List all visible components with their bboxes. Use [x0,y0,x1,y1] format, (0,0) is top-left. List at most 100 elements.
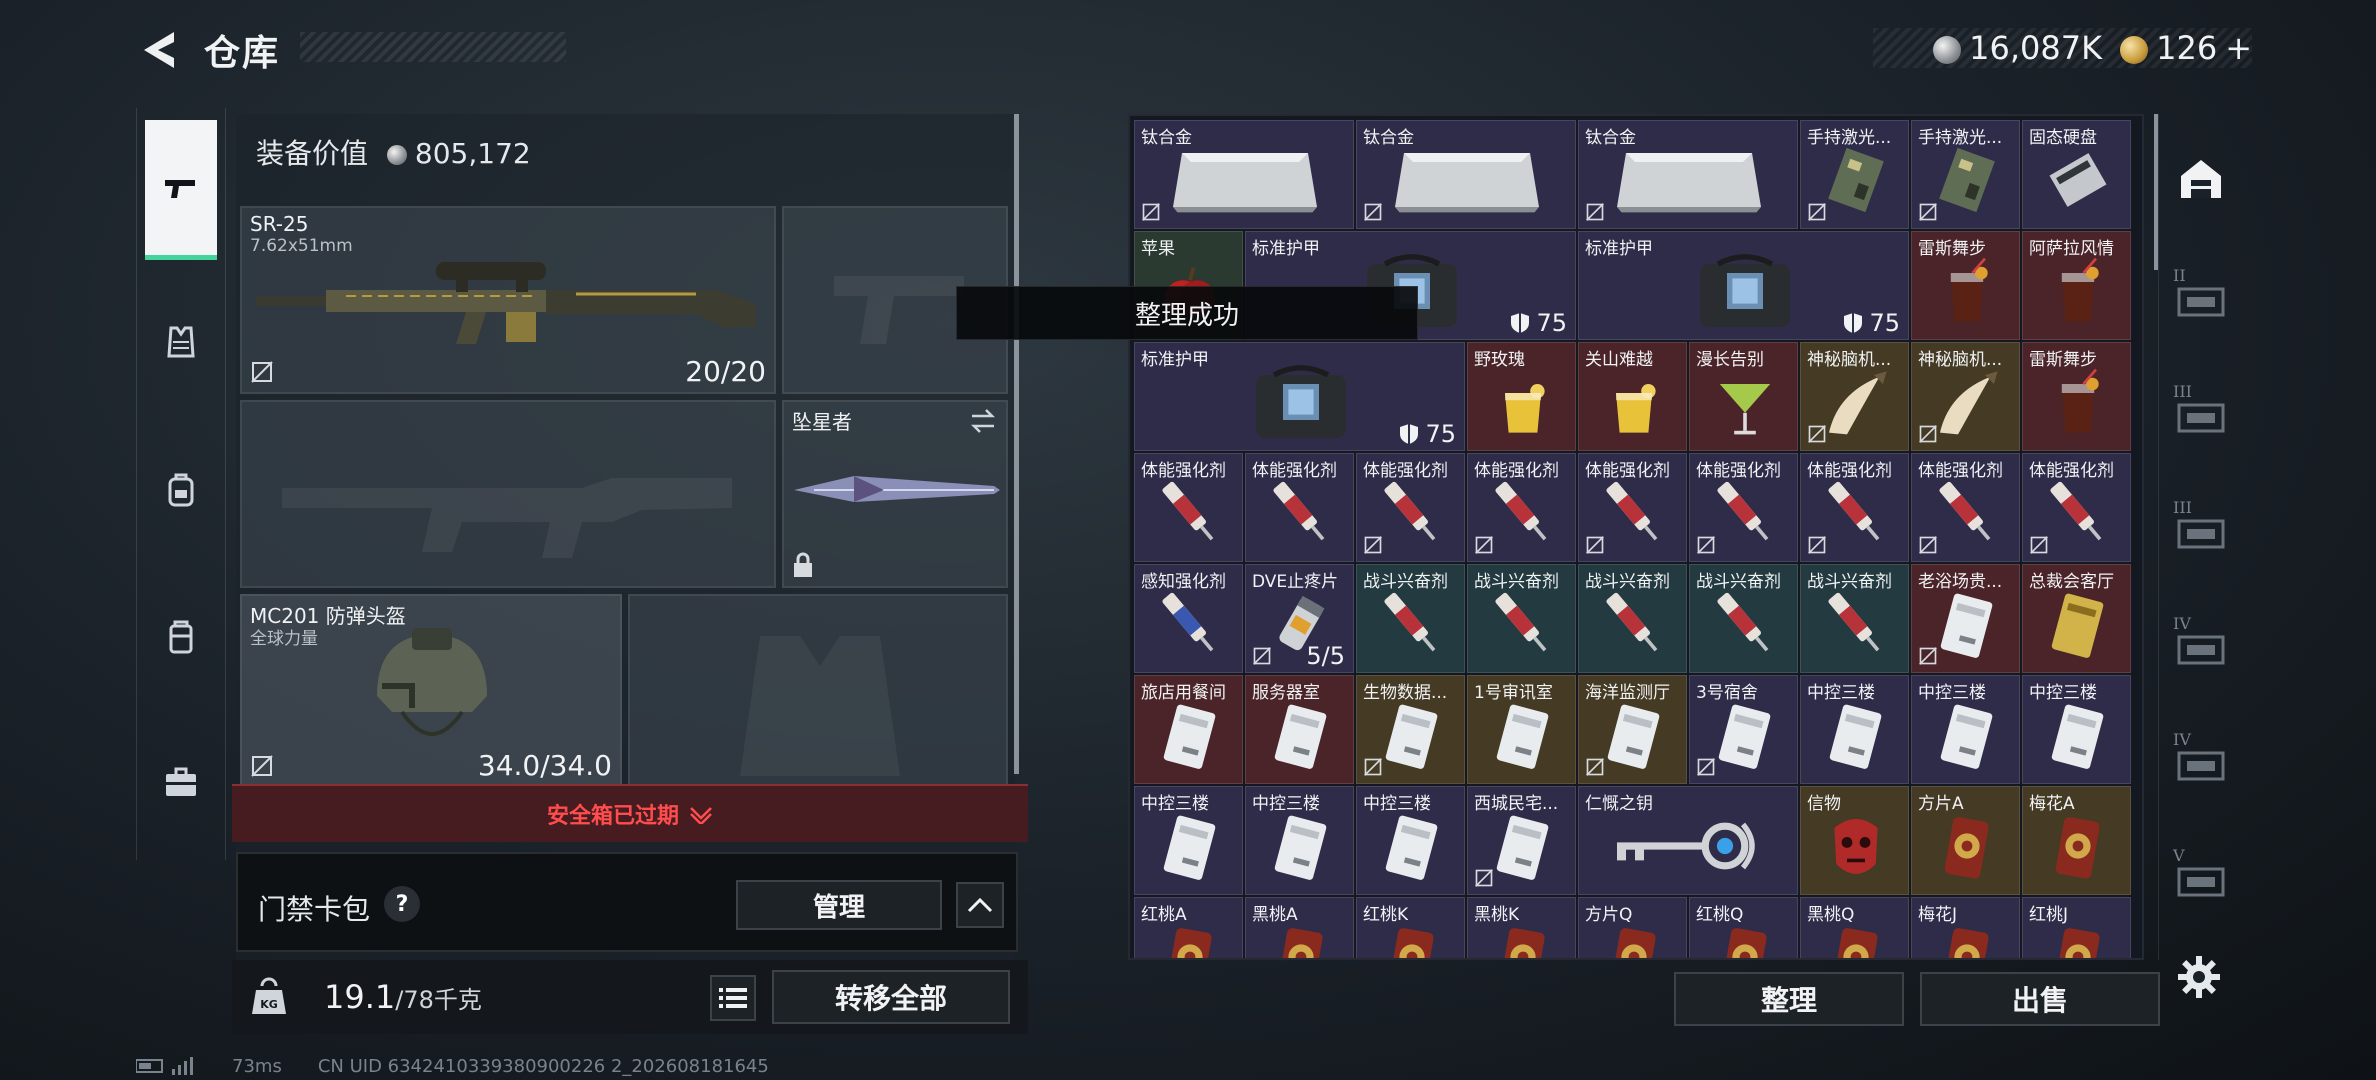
storage-item[interactable]: 中控三楼 [1800,675,1909,784]
storage-item[interactable]: 方片A [1911,786,2020,895]
nav-weapon[interactable] [145,120,217,260]
storage-item[interactable]: 标准护甲 75 [1578,231,1909,340]
loadout-scrollbar[interactable] [1014,114,1019,774]
nav-case[interactable] [145,712,217,852]
storage-item[interactable]: 仁慨之钥 [1578,786,1798,895]
storage-item[interactable]: 雷斯舞步 [2022,342,2131,451]
item-name: 感知强化剂 [1141,572,1226,592]
storage-item[interactable]: 黑桃K [1467,897,1576,958]
storage-item[interactable]: 漫长告别 [1689,342,1798,451]
storage-item[interactable]: 西城民宅... [1467,786,1576,895]
storage-item[interactable]: 旅店用餐间 [1134,675,1243,784]
item-name: 中控三楼 [1141,794,1209,814]
helmet-slot[interactable]: MC201 防弹头盔 全球力量 34.0/34.0 [240,594,622,788]
storage-item[interactable]: 体能强化剂 [1467,453,1576,562]
storage-home-icon[interactable] [2173,150,2229,206]
storage-item[interactable]: 红桃K [1356,897,1465,958]
storage-item[interactable]: 体能强化剂 [1578,453,1687,562]
storage-item[interactable]: 野玫瑰 [1467,342,1576,451]
transfer-all-button[interactable]: 转移全部 [772,970,1010,1024]
storage-item[interactable]: 体能强化剂 [1800,453,1909,562]
storage-item[interactable]: 标准护甲 75 [1134,342,1465,451]
storage-item[interactable]: 关山难越 [1578,342,1687,451]
storage-item[interactable]: 总裁会客厅 [2022,564,2131,673]
storage-item[interactable]: 体能强化剂 [1911,453,2020,562]
storage-item[interactable]: 中控三楼 [1911,675,2020,784]
shelf-5-icon[interactable]: V [2173,846,2229,902]
sort-button[interactable]: 整理 [1674,972,1904,1026]
storage-item[interactable]: 钛合金 [1578,120,1798,229]
manage-button[interactable]: 管理 [736,880,942,930]
storage-item[interactable]: 战斗兴奋剂 [1689,564,1798,673]
secondary-weapon-slot[interactable] [240,400,776,588]
storage-item[interactable]: 体能强化剂 [1689,453,1798,562]
storage-item[interactable]: 雷斯舞步 [1911,231,2020,340]
primary-weapon-slot[interactable]: SR-25 7.62x51mm 20/20 [240,206,776,394]
title-stripe [300,32,566,62]
storage-item[interactable]: 红桃Q [1689,897,1798,958]
shelf-2-icon[interactable]: II [2173,266,2229,322]
storage-item[interactable]: 中控三楼 [1134,786,1243,895]
armor-slot[interactable] [628,594,1008,788]
storage-item[interactable]: 梅花J [1911,897,2020,958]
storage-item[interactable]: 中控三楼 [2022,675,2131,784]
storage-item[interactable]: 生物数据... [1356,675,1465,784]
shelf-3-icon[interactable]: III [2173,382,2229,438]
shelf-4-icon[interactable]: IV [2173,614,2229,670]
shelf-4b-icon[interactable]: IV [2173,730,2229,786]
melee-slot[interactable]: 坠星者 [782,400,1008,588]
storage-item[interactable]: 神秘脑机... [1800,342,1909,451]
cocktail-yellow-image [1589,357,1679,451]
gear-icon[interactable] [2176,954,2222,1000]
back-button[interactable] [134,26,184,74]
storage-item[interactable]: 红桃J [2022,897,2131,958]
storage-item[interactable]: 海洋监测厅 [1578,675,1687,784]
storage-item[interactable]: 战斗兴奋剂 [1800,564,1909,673]
storage-item[interactable]: 手持激光... [1800,120,1909,229]
storage-item[interactable]: 红桃A [1134,897,1243,958]
shelf-3b-icon[interactable]: III [2173,498,2229,554]
storage-item[interactable]: 梅花A [2022,786,2131,895]
storage-item[interactable]: 黑桃A [1245,897,1354,958]
storage-item[interactable]: DVE止疼片 5/5 [1245,564,1354,673]
storage-item[interactable]: 老浴场贵... [1911,564,2020,673]
storage-item[interactable]: 1号审讯室 [1467,675,1576,784]
storage-item[interactable]: 手持激光... [1911,120,2020,229]
safebox-expired-banner[interactable]: 安全箱已过期 [232,784,1028,842]
nav-backpack[interactable] [145,420,217,560]
item-name: 服务器室 [1252,683,1320,703]
storage-item[interactable]: 中控三楼 [1245,786,1354,895]
item-name: 西城民宅... [1474,794,1559,814]
sell-button[interactable]: 出售 [1920,972,2160,1026]
storage-item[interactable]: 体能强化剂 [1134,453,1243,562]
storage-item[interactable]: 阿萨拉风情 [2022,231,2131,340]
storage-item[interactable]: 钛合金 [1134,120,1354,229]
storage-item[interactable]: 黑桃Q [1800,897,1909,958]
storage-item[interactable]: 固态硬盘 [2022,120,2131,229]
storage-item[interactable]: 信物 [1800,786,1909,895]
list-view-button[interactable] [710,975,756,1021]
storage-item[interactable]: 战斗兴奋剂 [1467,564,1576,673]
storage-item[interactable]: 方片Q [1578,897,1687,958]
storage-item[interactable]: 体能强化剂 [1356,453,1465,562]
help-icon[interactable]: ? [384,886,420,922]
storage-item[interactable]: 中控三楼 [1356,786,1465,895]
storage-item[interactable]: 战斗兴奋剂 [1356,564,1465,673]
swap-icon[interactable] [968,408,998,434]
add-currency-icon[interactable]: + [2225,29,2252,67]
storage-item[interactable]: 战斗兴奋剂 [1578,564,1687,673]
storage-item[interactable]: 服务器室 [1245,675,1354,784]
nav-armor[interactable] [145,272,217,412]
card-white-image [1256,801,1346,895]
storage-item[interactable]: 感知强化剂 [1134,564,1243,673]
storage-item[interactable]: 神秘脑机... [1911,342,2020,451]
nav-rig[interactable] [145,568,217,708]
storage-item[interactable]: 3号宿舍 [1689,675,1798,784]
storage-item[interactable]: 体能强化剂 [2022,453,2131,562]
gold-currency[interactable]: 126 + [2120,29,2252,67]
storage-item[interactable]: 体能强化剂 [1245,453,1354,562]
collapse-button[interactable] [956,882,1004,928]
no-share-icon [251,755,273,777]
storage-item[interactable]: 钛合金 [1356,120,1576,229]
equip-value-amount: 805,172 [414,137,531,170]
